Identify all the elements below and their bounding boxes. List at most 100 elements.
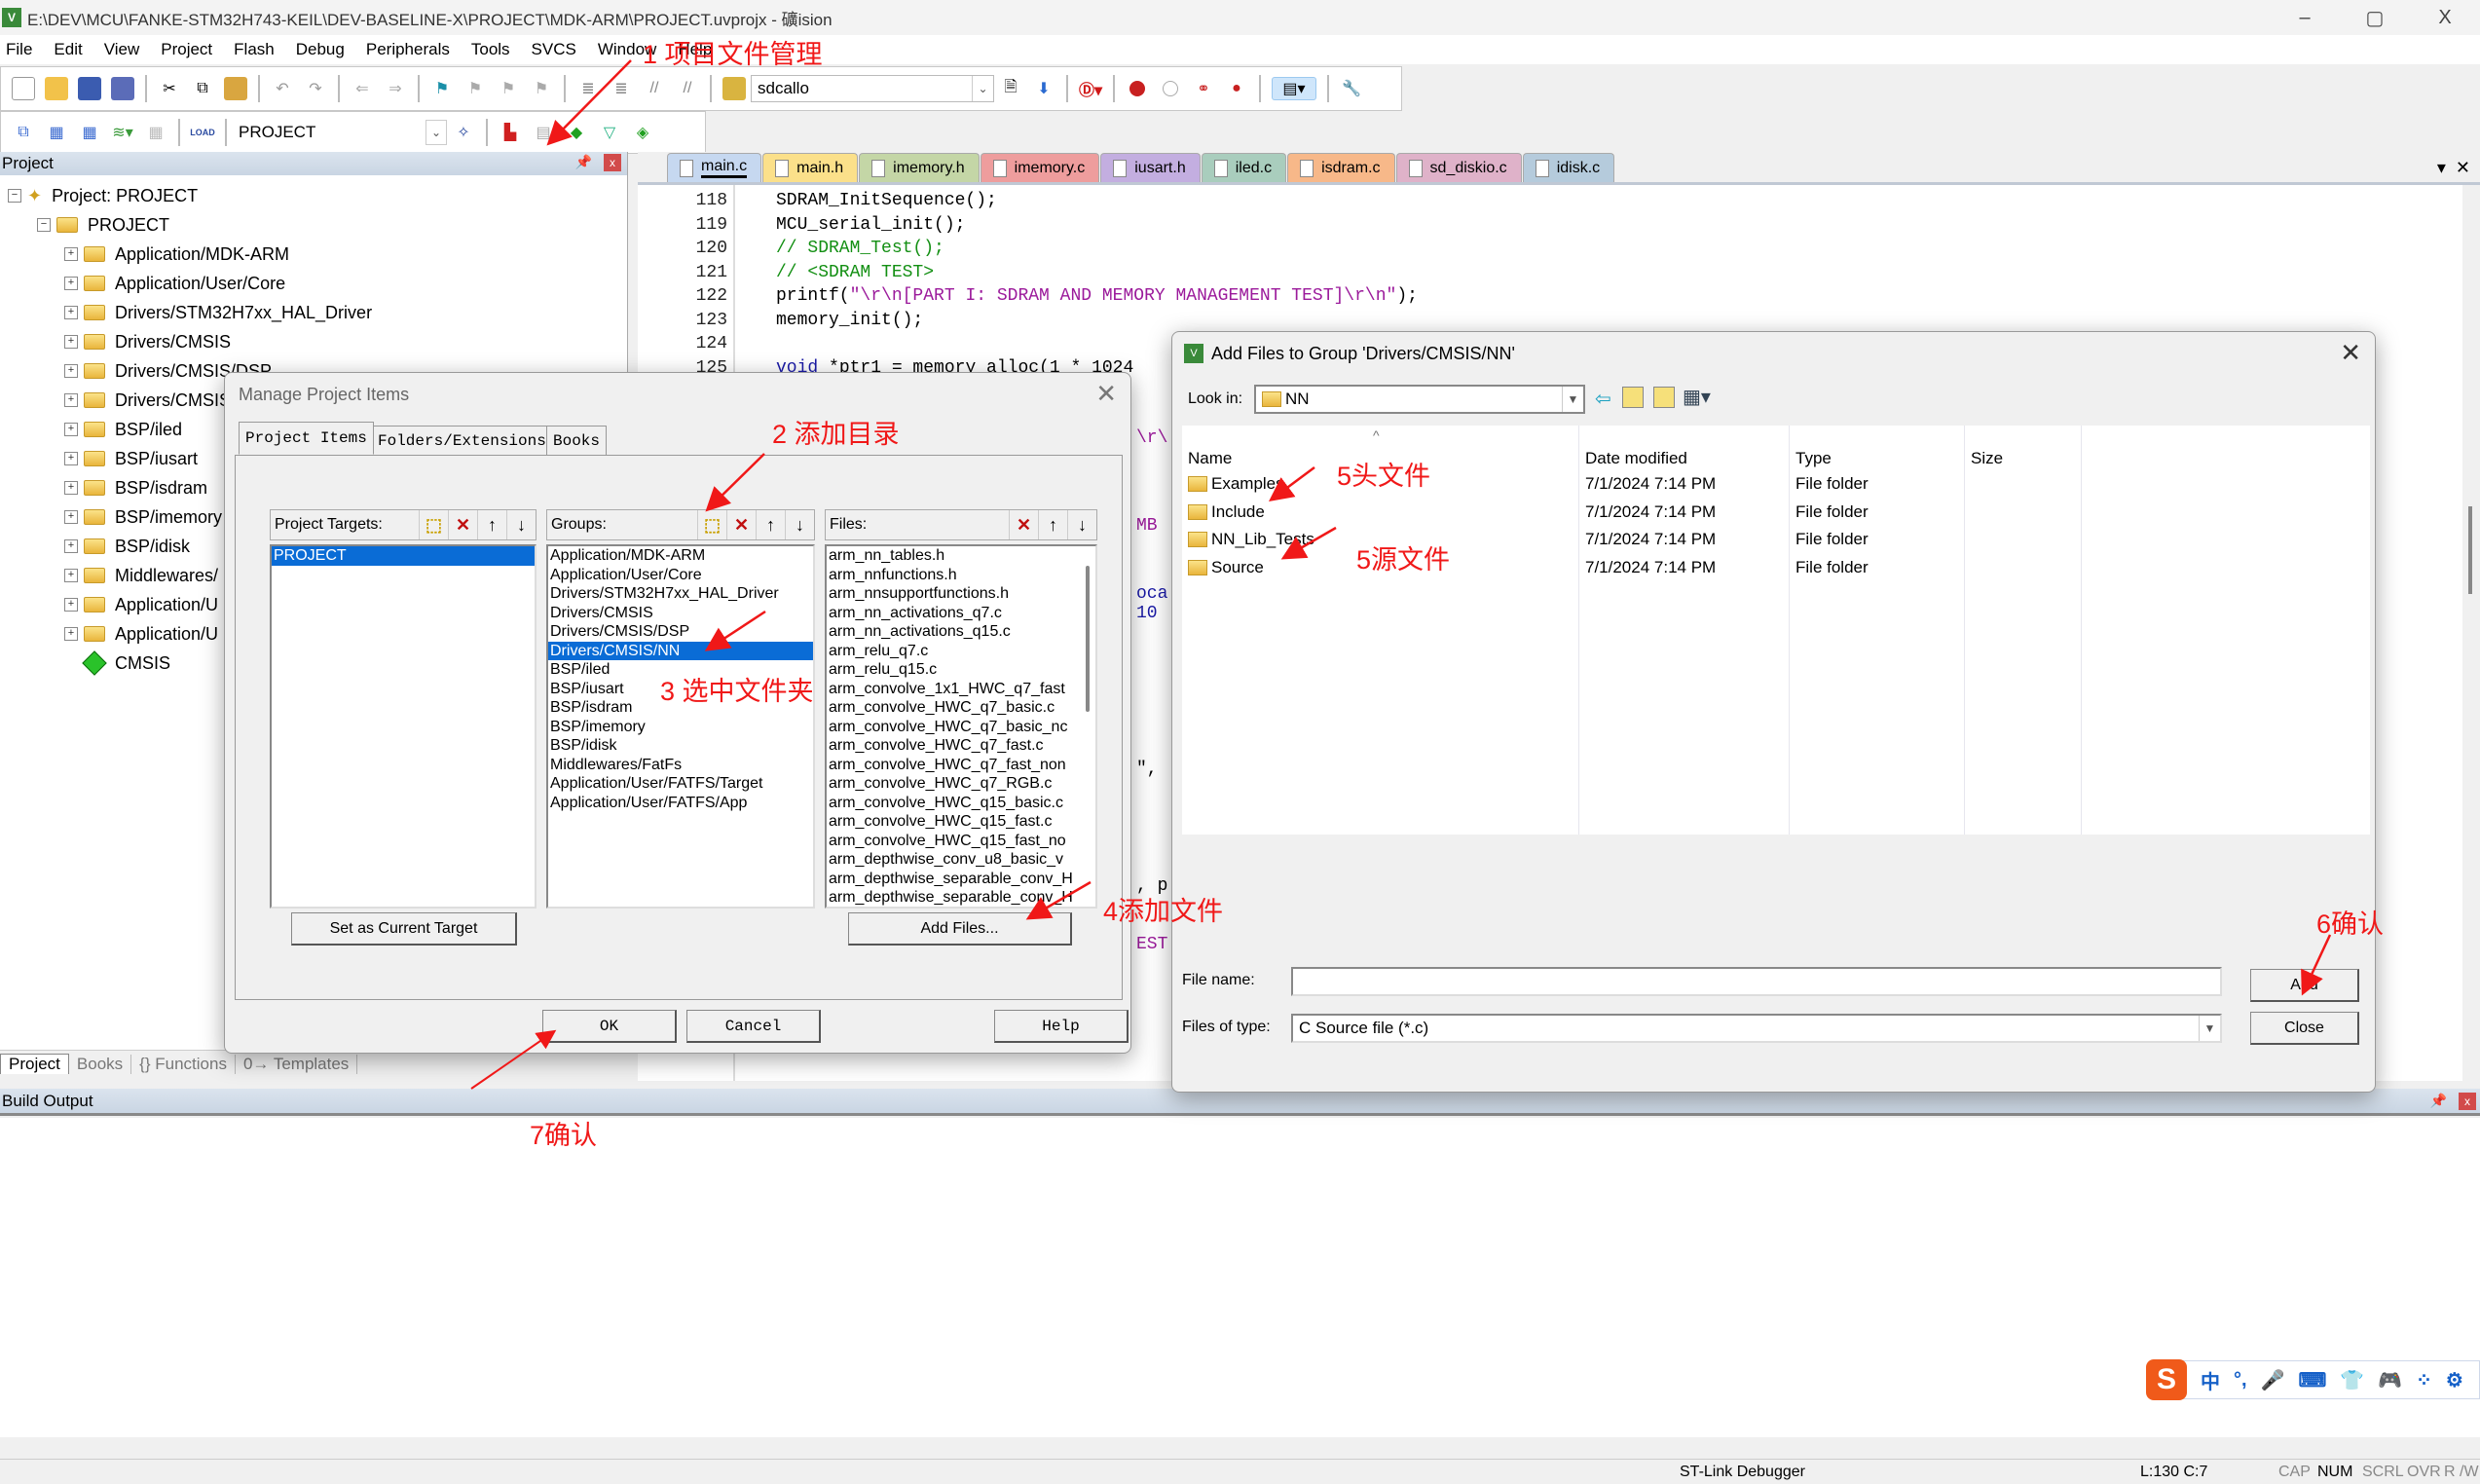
group-item[interactable]: Drivers/STM32H7xx_HAL_Driver bbox=[548, 584, 813, 604]
expand-icon[interactable]: + bbox=[64, 510, 78, 524]
file-row[interactable]: Source bbox=[1188, 554, 1264, 581]
disable-breakpoint-icon[interactable] bbox=[1159, 77, 1182, 100]
target-item[interactable]: PROJECT bbox=[272, 546, 535, 566]
expand-icon[interactable]: + bbox=[64, 335, 78, 349]
ime-settings-icon[interactable]: ⚙ bbox=[2446, 1368, 2463, 1392]
editor-tab[interactable]: idisk.c bbox=[1522, 153, 1615, 182]
ime-game-icon[interactable]: 🎮 bbox=[2378, 1368, 2402, 1392]
ime-skin-icon[interactable]: 👕 bbox=[2340, 1368, 2364, 1392]
add-button[interactable]: Add bbox=[2250, 969, 2359, 1002]
editor-tab[interactable]: sd_diskio.c bbox=[1395, 153, 1522, 182]
window-layout-icon[interactable]: ▤▾ bbox=[1272, 77, 1316, 100]
new-group-icon[interactable]: ⬚ bbox=[697, 510, 726, 539]
menu-debug[interactable]: Debug bbox=[296, 40, 345, 59]
files-scrollbar[interactable] bbox=[1086, 566, 1090, 712]
group-item[interactable]: Middlewares/FatFs bbox=[548, 756, 813, 775]
select-packs-icon[interactable]: ▤ bbox=[532, 121, 555, 144]
expand-icon[interactable]: + bbox=[64, 539, 78, 553]
set-as-current-target-button[interactable]: Set as Current Target bbox=[291, 912, 517, 946]
find-icon[interactable]: 🗎 bbox=[999, 77, 1022, 100]
editor-tab[interactable]: main.h bbox=[762, 153, 859, 182]
group-item[interactable]: Application/User/FATFS/Target bbox=[548, 774, 813, 794]
files-of-type-select[interactable]: C Source file (*.c) ▼ bbox=[1291, 1014, 2222, 1043]
target-combo[interactable]: PROJECT ⌄ bbox=[233, 119, 447, 146]
pin-icon[interactable]: 📌 bbox=[2430, 1093, 2447, 1109]
menu-view[interactable]: View bbox=[104, 40, 140, 59]
editor-tab[interactable]: imemory.h bbox=[859, 153, 980, 182]
editor-tab[interactable]: isdram.c bbox=[1287, 153, 1395, 182]
file-item[interactable]: arm_convolve_HWC_q7_RGB.c bbox=[827, 774, 1095, 794]
chevron-down-icon[interactable]: ⌄ bbox=[426, 120, 447, 145]
file-item[interactable]: arm_convolve_HWC_q7_fast_non bbox=[827, 756, 1095, 775]
tab-books[interactable]: Books bbox=[69, 1054, 132, 1074]
move-up-icon[interactable]: ↑ bbox=[1038, 510, 1067, 539]
tab-folders-extensions[interactable]: Folders/Extensions bbox=[371, 426, 553, 455]
cancel-button[interactable]: Cancel bbox=[686, 1010, 821, 1043]
expand-icon[interactable]: + bbox=[64, 423, 78, 436]
file-item[interactable]: arm_nn_tables.h bbox=[827, 546, 1095, 566]
close-panel-icon[interactable]: x bbox=[604, 154, 621, 171]
tab-project[interactable]: Project bbox=[0, 1054, 69, 1074]
expand-icon[interactable]: + bbox=[64, 306, 78, 319]
tab-project-items[interactable]: Project Items bbox=[239, 422, 374, 455]
prev-bookmark-icon[interactable]: ⚑ bbox=[463, 77, 487, 100]
file-item[interactable]: arm_nn_activations_q15.c bbox=[827, 622, 1095, 642]
file-item[interactable]: arm_depthwise_separable_conv_H bbox=[827, 870, 1095, 889]
tab-books[interactable]: Books bbox=[546, 426, 608, 455]
group-item[interactable]: Drivers/CMSIS bbox=[548, 604, 813, 623]
ime-apps-icon[interactable]: ⁘ bbox=[2416, 1368, 2432, 1392]
help-button[interactable]: Help bbox=[994, 1010, 1129, 1043]
tree-root[interactable]: − ✦ Project: PROJECT bbox=[0, 181, 627, 210]
file-item[interactable]: arm_nnfunctions.h bbox=[827, 566, 1095, 585]
file-item[interactable]: arm_convolve_HWC_q15_fast.c bbox=[827, 812, 1095, 832]
ime-chinese-mode[interactable]: 中 bbox=[2201, 1366, 2220, 1394]
group-item[interactable]: BSP/imemory bbox=[548, 718, 813, 737]
delete-file-icon[interactable]: ✕ bbox=[1009, 510, 1038, 539]
tree-group[interactable]: + Application/User/Core bbox=[0, 269, 627, 298]
download-icon[interactable]: LOAD bbox=[190, 121, 215, 144]
tree-target[interactable]: − PROJECT bbox=[0, 210, 627, 240]
file-item[interactable]: arm_convolve_HWC_q7_fast.c bbox=[827, 736, 1095, 756]
expand-icon[interactable]: + bbox=[64, 452, 78, 465]
file-item[interactable]: arm_relu_q7.c bbox=[827, 642, 1095, 661]
options-icon[interactable]: ✧ bbox=[452, 121, 475, 144]
menu-project[interactable]: Project bbox=[161, 40, 212, 59]
stop-build-icon[interactable]: ▦ bbox=[144, 121, 167, 144]
incremental-find-icon[interactable]: ⬇ bbox=[1032, 77, 1055, 100]
open-file-icon[interactable] bbox=[45, 77, 68, 100]
group-item[interactable]: Application/MDK-ARM bbox=[548, 546, 813, 566]
ok-button[interactable]: OK bbox=[542, 1010, 677, 1043]
rebuild-icon[interactable]: ▦ bbox=[78, 121, 101, 144]
tree-group[interactable]: + Drivers/CMSIS bbox=[0, 327, 627, 356]
build-icon[interactable]: ▦ bbox=[45, 121, 68, 144]
files-list[interactable]: arm_nn_tables.h arm_nnfunctions.h arm_nnsu… bbox=[825, 544, 1097, 909]
disable-all-breakpoints-icon[interactable]: ⚭ bbox=[1192, 77, 1215, 100]
editor-tab[interactable]: main.c bbox=[667, 153, 762, 182]
expand-icon[interactable]: + bbox=[64, 627, 78, 641]
sogou-logo-icon[interactable]: S bbox=[2146, 1359, 2187, 1400]
debug-session-icon[interactable]: Ⓓ▾ bbox=[1079, 77, 1102, 100]
chevron-down-icon[interactable]: ▼ bbox=[1562, 387, 1583, 412]
column-size[interactable]: Size bbox=[1965, 426, 2082, 835]
tab-functions[interactable]: {} Functions bbox=[131, 1054, 236, 1074]
pin-icon[interactable]: 📌 bbox=[575, 154, 592, 170]
up-folder-icon[interactable] bbox=[1622, 387, 1644, 408]
targets-list[interactable]: PROJECT bbox=[270, 544, 537, 909]
copy-icon[interactable]: ⧉ bbox=[191, 77, 214, 100]
new-folder-icon[interactable] bbox=[1653, 387, 1675, 408]
manage-rte-icon[interactable]: ◆ bbox=[565, 121, 588, 144]
group-item[interactable]: Application/User/Core bbox=[548, 566, 813, 585]
event-recorder-icon[interactable]: ▽ bbox=[598, 121, 621, 144]
editor-vertical-scrollbar[interactable] bbox=[2462, 185, 2480, 1081]
file-row[interactable]: Examples bbox=[1188, 470, 1284, 498]
close-icon[interactable]: ✕ bbox=[2340, 338, 2361, 368]
clear-bookmarks-icon[interactable]: ⚑ bbox=[530, 77, 553, 100]
move-down-icon[interactable]: ↓ bbox=[1067, 510, 1096, 539]
collapse-icon[interactable]: − bbox=[37, 218, 51, 232]
view-menu-icon[interactable]: ▦▾ bbox=[1683, 385, 1711, 409]
move-up-icon[interactable]: ↑ bbox=[477, 510, 506, 539]
chevron-down-icon[interactable]: ▼ bbox=[2199, 1016, 2220, 1041]
file-name-input[interactable] bbox=[1291, 967, 2222, 996]
menu-peripherals[interactable]: Peripherals bbox=[366, 40, 450, 59]
configure-icon[interactable]: 🔧 bbox=[1340, 77, 1363, 100]
